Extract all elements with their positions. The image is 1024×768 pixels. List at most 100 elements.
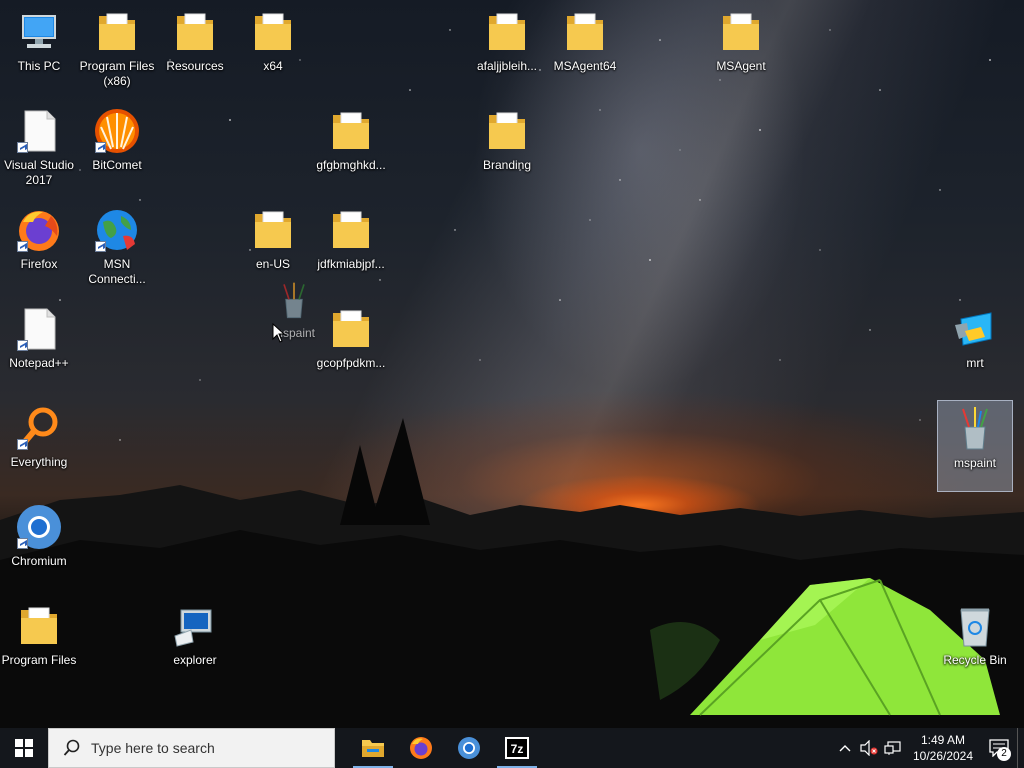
taskbar-search-box[interactable] xyxy=(48,728,335,768)
folder-icon xyxy=(717,8,765,56)
icon-label: MSN Connecti... xyxy=(88,257,146,286)
icon-label: Branding xyxy=(482,158,532,172)
shortcut-arrow-icon xyxy=(95,241,106,252)
recycle-bin-glyph-icon xyxy=(951,602,999,650)
document-icon xyxy=(15,305,63,353)
firefox-icon xyxy=(410,737,432,759)
icon-label: gcopfpdkm... xyxy=(316,356,386,370)
show-hidden-icons-chevron-icon[interactable] xyxy=(833,728,857,768)
taskbar-firefox[interactable] xyxy=(397,728,445,768)
globe-icon xyxy=(93,206,141,254)
windows-logo-icon xyxy=(15,739,33,757)
chromium-icon xyxy=(458,737,480,759)
msagent-folder[interactable]: MSAgent xyxy=(703,4,779,96)
everything-icon-shortcut[interactable]: Everything xyxy=(1,400,77,492)
icon-label: gfgbmghkd... xyxy=(316,158,386,172)
msn-icon-shortcut[interactable]: MSN Connecti... xyxy=(79,202,155,294)
icon-label: x64 xyxy=(263,59,283,73)
taskbar: 7z 1:49 AM 10/26/2024 2 xyxy=(0,728,1024,768)
search-input[interactable] xyxy=(89,739,313,757)
folder-icon xyxy=(15,602,63,650)
folder-icon xyxy=(327,206,375,254)
firefox-icon-shortcut[interactable]: Firefox xyxy=(1,202,77,294)
shortcut-arrow-icon xyxy=(17,538,28,549)
shortcut-arrow-icon xyxy=(95,142,106,153)
afaljjbleih-folder[interactable]: afaljjbleih... xyxy=(469,4,545,96)
this-pc-icon-shortcut[interactable]: This PC xyxy=(1,4,77,96)
taskbar-clock[interactable]: 1:49 AM 10/26/2024 xyxy=(909,732,977,764)
shortcut-arrow-icon xyxy=(17,142,28,153)
bitcomet-icon xyxy=(93,107,141,155)
resources-folder[interactable]: Resources xyxy=(157,4,233,96)
action-center-button[interactable]: 2 xyxy=(981,728,1017,768)
firefox-icon xyxy=(15,206,63,254)
chromium-icon-shortcut[interactable]: Chromium xyxy=(1,499,77,591)
mrt-icon-glyph xyxy=(951,305,999,353)
clock-time: 1:49 AM xyxy=(920,733,966,747)
notification-count-badge: 2 xyxy=(997,747,1011,761)
icon-label: Firefox xyxy=(20,257,58,271)
show-desktop-button[interactable] xyxy=(1017,728,1024,768)
folder-icon xyxy=(249,8,297,56)
gfgbmghkd-folder[interactable]: gfgbmghkd... xyxy=(313,103,389,195)
network-icon[interactable] xyxy=(881,728,905,768)
shortcut-arrow-icon xyxy=(17,439,28,450)
icon-label: explorer xyxy=(173,653,217,667)
folder-icon xyxy=(483,107,531,155)
mouse-cursor-icon xyxy=(272,323,286,343)
volume-muted-icon[interactable] xyxy=(857,728,881,768)
folder-icon xyxy=(93,8,141,56)
magnifier-icon xyxy=(15,404,63,452)
folder-icon xyxy=(327,305,375,353)
branding-folder[interactable]: Branding xyxy=(469,103,545,195)
program-files-folder[interactable]: Program Files xyxy=(1,598,77,690)
paint-brushes-icon xyxy=(951,405,999,453)
start-button[interactable] xyxy=(0,728,48,768)
icon-label: Notepad++ xyxy=(9,356,69,370)
icon-label: BitComet xyxy=(92,158,142,172)
svg-text:7z: 7z xyxy=(511,742,524,756)
shortcut-arrow-icon xyxy=(17,241,28,252)
program-files-x86-folder[interactable]: Program Files (x86) xyxy=(79,4,155,96)
msagent64-folder[interactable]: MSAgent64 xyxy=(547,4,623,96)
icon-label: en-US xyxy=(255,257,290,271)
icon-label: MSAgent64 xyxy=(553,59,617,73)
taskbar-file-explorer[interactable] xyxy=(349,728,397,768)
icon-label: mspaint xyxy=(953,456,997,470)
explorer-computer-icon xyxy=(171,602,219,650)
folder-icon xyxy=(171,8,219,56)
search-icon xyxy=(55,739,89,757)
folder-icon xyxy=(483,8,531,56)
recycle-bin-icon[interactable]: Recycle Bin xyxy=(937,598,1013,690)
folder-icon xyxy=(561,8,609,56)
icon-label: afaljjbleih... xyxy=(476,59,538,73)
icon-label: Everything xyxy=(10,455,68,469)
x64-folder[interactable]: x64 xyxy=(235,4,311,96)
computer-icon xyxy=(15,8,63,56)
folder-icon xyxy=(327,107,375,155)
icon-label: Resources xyxy=(166,59,224,73)
icon-label: Program Files (x86) xyxy=(79,59,155,88)
icon-label: mrt xyxy=(966,356,984,370)
icon-label: This PC xyxy=(17,59,61,73)
document-icon xyxy=(15,107,63,155)
paint-brushes-icon xyxy=(283,282,305,319)
taskbar-chromium[interactable] xyxy=(445,728,493,768)
taskbar-7zip[interactable]: 7z xyxy=(493,728,541,768)
icon-label: MSAgent xyxy=(716,59,766,73)
desktop[interactable]: This PC Visual Studio 2017 Firefox Notep… xyxy=(0,0,1024,728)
icon-label: Visual Studio 2017 xyxy=(4,158,74,187)
chromium-icon xyxy=(15,503,63,551)
file-explorer-icon xyxy=(362,740,384,757)
icon-label: Chromium xyxy=(11,554,67,568)
icon-label: Recycle Bin xyxy=(943,653,1007,667)
mrt-icon[interactable]: mrt xyxy=(937,301,1013,393)
dragging-mspaint-ghost: mspaint xyxy=(256,279,332,353)
visual-studio-icon-shortcut[interactable]: Visual Studio 2017 xyxy=(1,103,77,195)
7zip-icon: 7z xyxy=(505,737,529,759)
explorer-icon[interactable]: explorer xyxy=(157,598,233,690)
icon-label: Program Files xyxy=(1,653,77,667)
bitcomet-icon-shortcut[interactable]: BitComet xyxy=(79,103,155,195)
notepadpp-icon-shortcut[interactable]: Notepad++ xyxy=(1,301,77,393)
mspaint-icon[interactable]: mspaint xyxy=(937,400,1013,492)
